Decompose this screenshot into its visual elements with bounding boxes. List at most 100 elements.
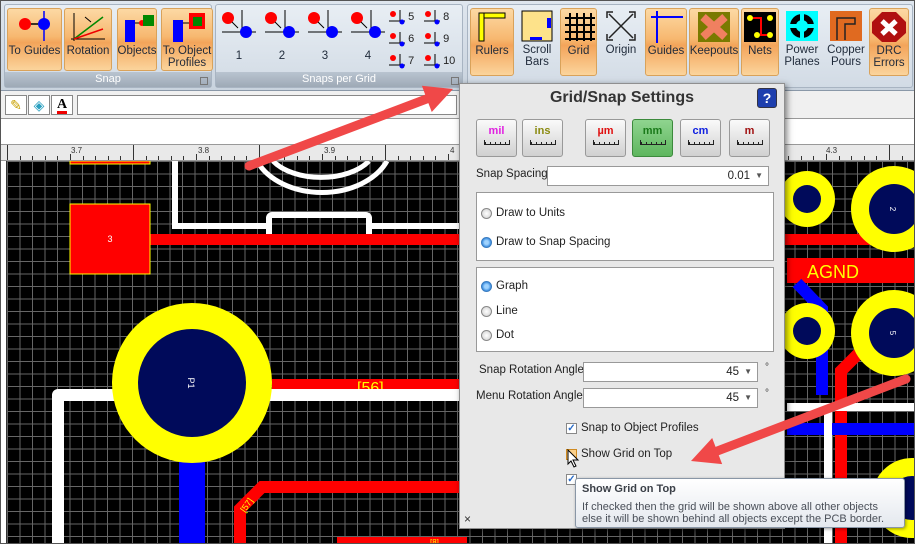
ruler-tick <box>435 156 437 160</box>
radio-draw-to-snap-spacing[interactable]: Draw to Snap Spacing <box>481 236 610 248</box>
paint-brush-button[interactable]: ✎ <box>5 95 27 115</box>
unit-button-cm[interactable]: cm <box>680 119 721 157</box>
snaps-per-grid-icon <box>349 10 387 42</box>
snaps-per-grid-1-button[interactable]: 1 <box>219 8 259 71</box>
ruler-tick <box>863 156 865 160</box>
snaps-per-grid-2-button[interactable]: 2 <box>262 8 302 71</box>
snaps-per-grid-small-icon <box>389 54 405 69</box>
power-planes-toggle-button[interactable]: Power Planes <box>781 8 823 76</box>
snap-group-launcher[interactable] <box>200 77 208 85</box>
checkbox-label: Show Grid on Top <box>581 448 673 460</box>
snaps-per-grid-7-button[interactable]: 7 <box>389 53 414 69</box>
view-button-label: Power Planes <box>784 44 820 68</box>
radio-graph[interactable]: Graph <box>481 280 528 292</box>
snaps-per-grid-6-button[interactable]: 6 <box>389 31 414 47</box>
ruler-scale-icon <box>483 140 510 145</box>
pad-3-label: 3 <box>107 234 112 244</box>
view-button-label: Origin <box>605 44 637 56</box>
radio-draw-to-units[interactable]: Draw to Units <box>481 207 565 219</box>
help-icon: ? <box>762 90 772 106</box>
pad-partial <box>69 161 151 165</box>
ruler-tick <box>246 156 248 160</box>
close-button[interactable]: × <box>464 512 471 526</box>
paint-brush-icon: ✎ <box>10 97 22 113</box>
unit-button-mm[interactable]: mm <box>632 119 673 157</box>
snap-rotation-button[interactable]: Rotation <box>64 8 112 71</box>
ruler-label: 4 <box>450 146 455 155</box>
unit-button-m[interactable]: m <box>729 119 770 157</box>
ruler-toggle-button[interactable]: Rulers <box>470 8 514 76</box>
fill-button[interactable]: ◈ <box>28 95 50 115</box>
snaps-per-grid-8-button[interactable]: 8 <box>424 9 449 25</box>
snaps-per-grid-3-button[interactable]: 3 <box>305 8 345 71</box>
radio-line[interactable]: Line <box>481 305 518 317</box>
ruler-tick <box>284 156 286 160</box>
snaps-per-grid-label: 1 <box>235 50 243 62</box>
ruler-scale-icon <box>639 140 666 145</box>
silkscreen-arc <box>271 161 371 180</box>
tooltip-title: Show Grid on Top <box>582 483 676 495</box>
silkscreen-line <box>172 161 267 229</box>
unit-button-mil[interactable]: mil <box>476 119 517 157</box>
unit-button-um[interactable]: µm <box>585 119 626 157</box>
scroll-bars-toggle-button[interactable]: Scroll Bars <box>516 8 558 76</box>
snap-rotation-angle-label: Snap Rotation Angle <box>479 364 584 376</box>
checkbox-show-grid-on-top[interactable]: Show Grid on Top <box>566 448 672 460</box>
degree-symbol: ° <box>765 362 769 373</box>
snap-objects-icon <box>118 11 156 43</box>
trace-blue <box>787 423 914 435</box>
trace-8 <box>337 537 467 543</box>
snaps-per-grid-10-button[interactable]: 10 <box>424 53 455 69</box>
snaps-per-grid-icon <box>306 10 344 42</box>
snap-spacing-combo[interactable]: 0.01 ▼ <box>547 166 769 186</box>
snaps-per-grid-small-icon <box>424 10 440 25</box>
guides-toggle-button[interactable]: Guides <box>645 8 687 76</box>
ruler-tick <box>901 156 903 160</box>
origin-toggle-button[interactable]: Origin <box>599 8 643 76</box>
pad-2-label: 2 <box>888 207 897 212</box>
ruler-tick <box>196 154 197 160</box>
ruler-tick <box>120 156 122 160</box>
radio-dot[interactable]: Dot <box>481 329 514 341</box>
ruler-tick <box>448 154 449 160</box>
snap-rotation-angle-value: 45 <box>726 366 739 378</box>
ruler-tick <box>133 145 134 160</box>
grid-toggle-button[interactable]: Grid <box>560 8 597 76</box>
snap-object-profiles-button[interactable]: To Object Profiles <box>161 8 213 71</box>
drc-errors-toggle-button[interactable]: DRC Errors <box>869 8 909 76</box>
ruler-tick <box>259 145 260 160</box>
text-color-button[interactable]: A <box>51 95 73 115</box>
menu-rotation-angle-value: 45 <box>726 392 739 404</box>
snap-spacing-value: 0.01 <box>727 170 750 182</box>
radio-label: Line <box>496 305 518 317</box>
unit-label: cm <box>692 125 709 137</box>
snaps-per-grid-4-button[interactable]: 4 <box>348 8 388 71</box>
format-input[interactable] <box>77 95 457 115</box>
origin-icon <box>602 10 640 42</box>
snaps-per-grid-5-button[interactable]: 5 <box>389 9 414 25</box>
unit-button-ins[interactable]: ins <box>522 119 563 157</box>
radio-indicator <box>481 236 492 248</box>
snaps-per-grid-launcher[interactable] <box>451 77 459 85</box>
snaps-per-grid-9-button[interactable]: 9 <box>424 31 449 47</box>
snap-to-guides-label: To Guides <box>8 45 61 57</box>
view-button-label: Scroll Bars <box>522 44 552 68</box>
radio-indicator <box>481 280 492 292</box>
menu-rotation-angle-combo[interactable]: 45 ▼ <box>583 388 758 408</box>
ruler-tick <box>107 156 109 160</box>
snap-objects-button[interactable]: Objects <box>117 8 157 71</box>
copper-pours-toggle-button[interactable]: Copper Pours <box>825 8 867 76</box>
ruler-tick <box>7 145 8 160</box>
help-button[interactable]: ? <box>757 88 777 108</box>
grid-style-group: Graph Line Dot <box>476 267 774 352</box>
snap-rotation-angle-combo[interactable]: 45 ▼ <box>583 362 758 382</box>
nets-toggle-button[interactable]: Nets <box>741 8 779 76</box>
snap-to-guides-button[interactable]: To Guides <box>7 8 62 71</box>
power-planes-icon <box>783 10 821 42</box>
checkbox-snap-to-object-profiles[interactable]: ✓ Snap to Object Profiles <box>566 422 699 434</box>
view-button-label: Keepouts <box>689 45 739 57</box>
keepouts-toggle-button[interactable]: Keepouts <box>689 8 739 76</box>
snaps-per-grid-small-label: 7 <box>408 54 415 67</box>
snaps-per-grid-small-label: 8 <box>443 10 450 23</box>
snaps-per-grid-small-label: 10 <box>443 54 456 67</box>
